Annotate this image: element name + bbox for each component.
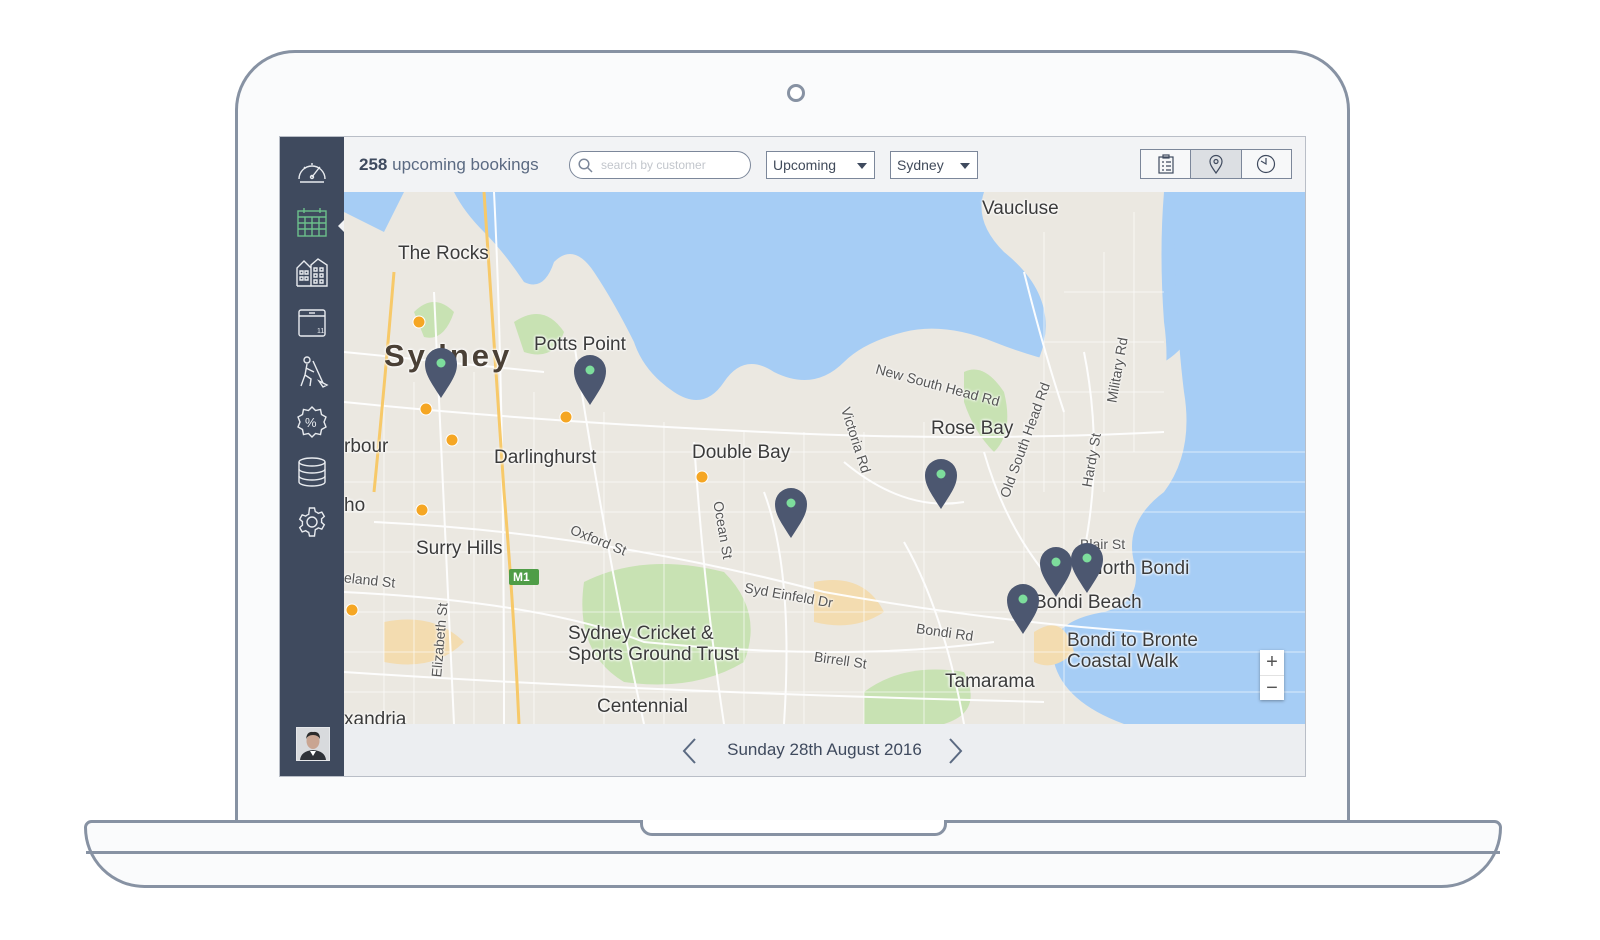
- map-label: Centennial: [597, 696, 688, 717]
- map-label: Bondi to Bronte: [1067, 630, 1198, 651]
- chevron-down-icon: [857, 163, 867, 169]
- gear-icon: [298, 507, 326, 537]
- sidebar-item-properties[interactable]: [292, 252, 332, 292]
- database-icon: [298, 457, 326, 487]
- svg-text:11: 11: [317, 328, 324, 335]
- map-label: Surry Hills: [416, 538, 503, 559]
- clock-icon: [1257, 154, 1276, 174]
- sidebar-item-discounts[interactable]: %: [292, 402, 332, 442]
- sidebar-item-settings[interactable]: [292, 502, 332, 542]
- booking-marker[interactable]: [573, 354, 607, 406]
- booking-count: 258: [359, 155, 388, 174]
- percent-badge-icon: %: [297, 406, 327, 438]
- map-label: North Bondi: [1089, 558, 1190, 579]
- booking-count-text: 258 upcoming bookings: [359, 155, 539, 175]
- map-view[interactable]: Vaucluse The Rocks Sydney Potts Point rb…: [344, 192, 1305, 724]
- map-label: rbour: [344, 436, 389, 457]
- booking-marker[interactable]: [924, 458, 958, 510]
- sidebar-item-dashboard[interactable]: [292, 152, 332, 192]
- date-navigator: Sunday 28th August 2016: [344, 724, 1305, 776]
- booking-marker[interactable]: [1070, 542, 1104, 594]
- calendar-day-icon: 11: [298, 309, 326, 337]
- highway-badge: M1: [513, 570, 530, 584]
- map-label: Potts Point: [534, 334, 626, 355]
- sidebar-item-database[interactable]: [292, 452, 332, 492]
- status-select[interactable]: Upcoming: [766, 151, 875, 179]
- speedometer-icon: [298, 163, 326, 183]
- map-label: Sports Ground Trust: [568, 644, 740, 665]
- search-input[interactable]: [599, 157, 743, 173]
- building-icon: [296, 258, 328, 287]
- map-label: The Rocks: [398, 243, 489, 264]
- user-avatar-icon: [297, 728, 329, 760]
- list-icon: [1158, 154, 1174, 174]
- sidebar: 11 %: [280, 137, 345, 776]
- svg-text:%: %: [305, 415, 317, 430]
- map-label: Tamarama: [945, 671, 1035, 692]
- city-select-value: Sydney: [897, 157, 944, 173]
- laptop-base-edge: [86, 851, 1500, 854]
- laptop-notch: [640, 820, 947, 836]
- camera-icon: [787, 84, 805, 102]
- view-toggle: [1140, 149, 1292, 179]
- status-select-value: Upcoming: [773, 157, 837, 173]
- booking-marker[interactable]: [1039, 546, 1073, 598]
- cleaner-icon: [300, 356, 329, 388]
- avatar[interactable]: [296, 727, 330, 761]
- city-select[interactable]: Sydney: [890, 151, 978, 179]
- zoom-out-button[interactable]: −: [1260, 676, 1284, 701]
- map-view-button[interactable]: [1191, 150, 1242, 178]
- app-screen: 11 % 258 upcoming bookings Upcoming S: [279, 136, 1306, 777]
- map-label: ho: [344, 495, 366, 516]
- search-icon: [578, 157, 593, 173]
- chevron-down-icon: [960, 163, 970, 169]
- top-bar: 258 upcoming bookings Upcoming Sydney: [344, 137, 1305, 192]
- sidebar-item-bookings[interactable]: [292, 202, 332, 242]
- clock-view-button[interactable]: [1242, 150, 1291, 178]
- map-label: Sydney Cricket &: [568, 623, 714, 644]
- sidebar-item-cleaners[interactable]: [292, 352, 332, 392]
- map-label: Coastal Walk: [1067, 651, 1179, 672]
- map-label: Double Bay: [692, 442, 791, 463]
- search-box[interactable]: [569, 151, 751, 179]
- map-label: Vaucluse: [982, 198, 1059, 219]
- booking-marker[interactable]: [424, 347, 458, 399]
- sidebar-item-schedule[interactable]: 11: [292, 302, 332, 342]
- booking-count-label: upcoming bookings: [392, 155, 539, 174]
- zoom-in-button[interactable]: +: [1260, 650, 1284, 676]
- list-view-button[interactable]: [1141, 150, 1192, 178]
- map-label: Darlinghurst: [494, 447, 597, 468]
- map-label: Rose Bay: [931, 418, 1014, 439]
- current-date: Sunday 28th August 2016: [727, 740, 922, 759]
- map-label: xandria: [344, 709, 407, 724]
- booking-marker[interactable]: [1006, 583, 1040, 635]
- map-pin-icon: [1209, 154, 1223, 174]
- zoom-control: + −: [1260, 650, 1284, 700]
- booking-marker[interactable]: [774, 487, 808, 539]
- calendar-icon: [297, 208, 327, 237]
- chevron-right-icon[interactable]: [944, 736, 966, 766]
